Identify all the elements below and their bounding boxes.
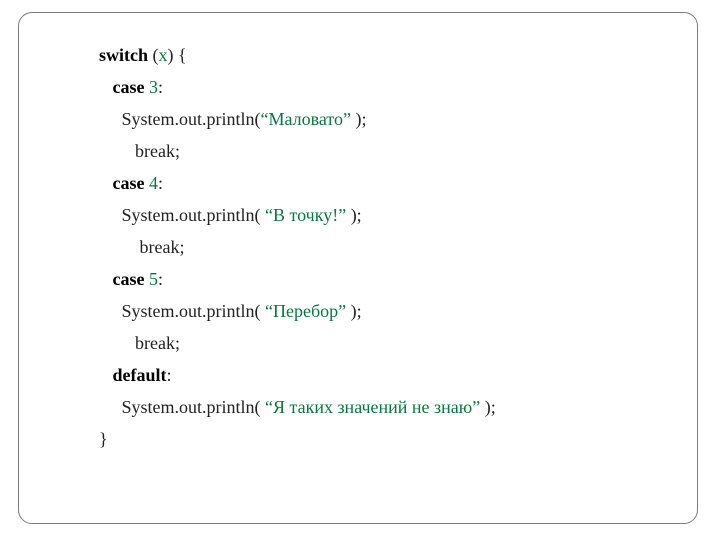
call-println-4a: System.out.println( [122,397,266,417]
str-1: “Маловато” [261,109,352,129]
call-close-3: ); [346,301,362,321]
kw-break-1: break; [135,141,180,161]
kw-case-3: case [113,77,145,97]
slide-frame: switch (x) { case 3: System.out.println(… [18,12,698,524]
sym-lpar: ( [148,45,159,65]
num-4: 4 [149,173,158,193]
sym-rbrace: } [99,429,108,449]
kw-default: default [113,365,167,385]
str-4: “Я таких значений не знаю” [265,397,480,417]
str-2: “В точку!” [265,205,346,225]
num-3: 3 [149,77,158,97]
kw-break-2: break; [140,237,185,257]
kw-break-3: break; [135,333,180,353]
var-x: x [159,45,168,65]
sym-colon-3: : [158,269,163,289]
call-close-1: ); [351,109,367,129]
kw-switch: switch [99,45,148,65]
sym-colon-2: : [158,173,163,193]
call-println-1a: System.out.println( [122,109,261,129]
call-close-2: ); [346,205,362,225]
call-println-2a: System.out.println( [122,205,266,225]
call-close-4: ); [480,397,496,417]
num-5: 5 [149,269,158,289]
kw-case-5: case [113,269,145,289]
kw-case-4: case [113,173,145,193]
code-block: switch (x) { case 3: System.out.println(… [99,39,697,455]
call-println-3a: System.out.println( [122,301,266,321]
sym-colon-1: : [158,77,163,97]
str-3: “Перебор” [265,301,346,321]
sym-colon-4: : [167,365,172,385]
sym-rpar-brace: ) { [168,45,187,65]
